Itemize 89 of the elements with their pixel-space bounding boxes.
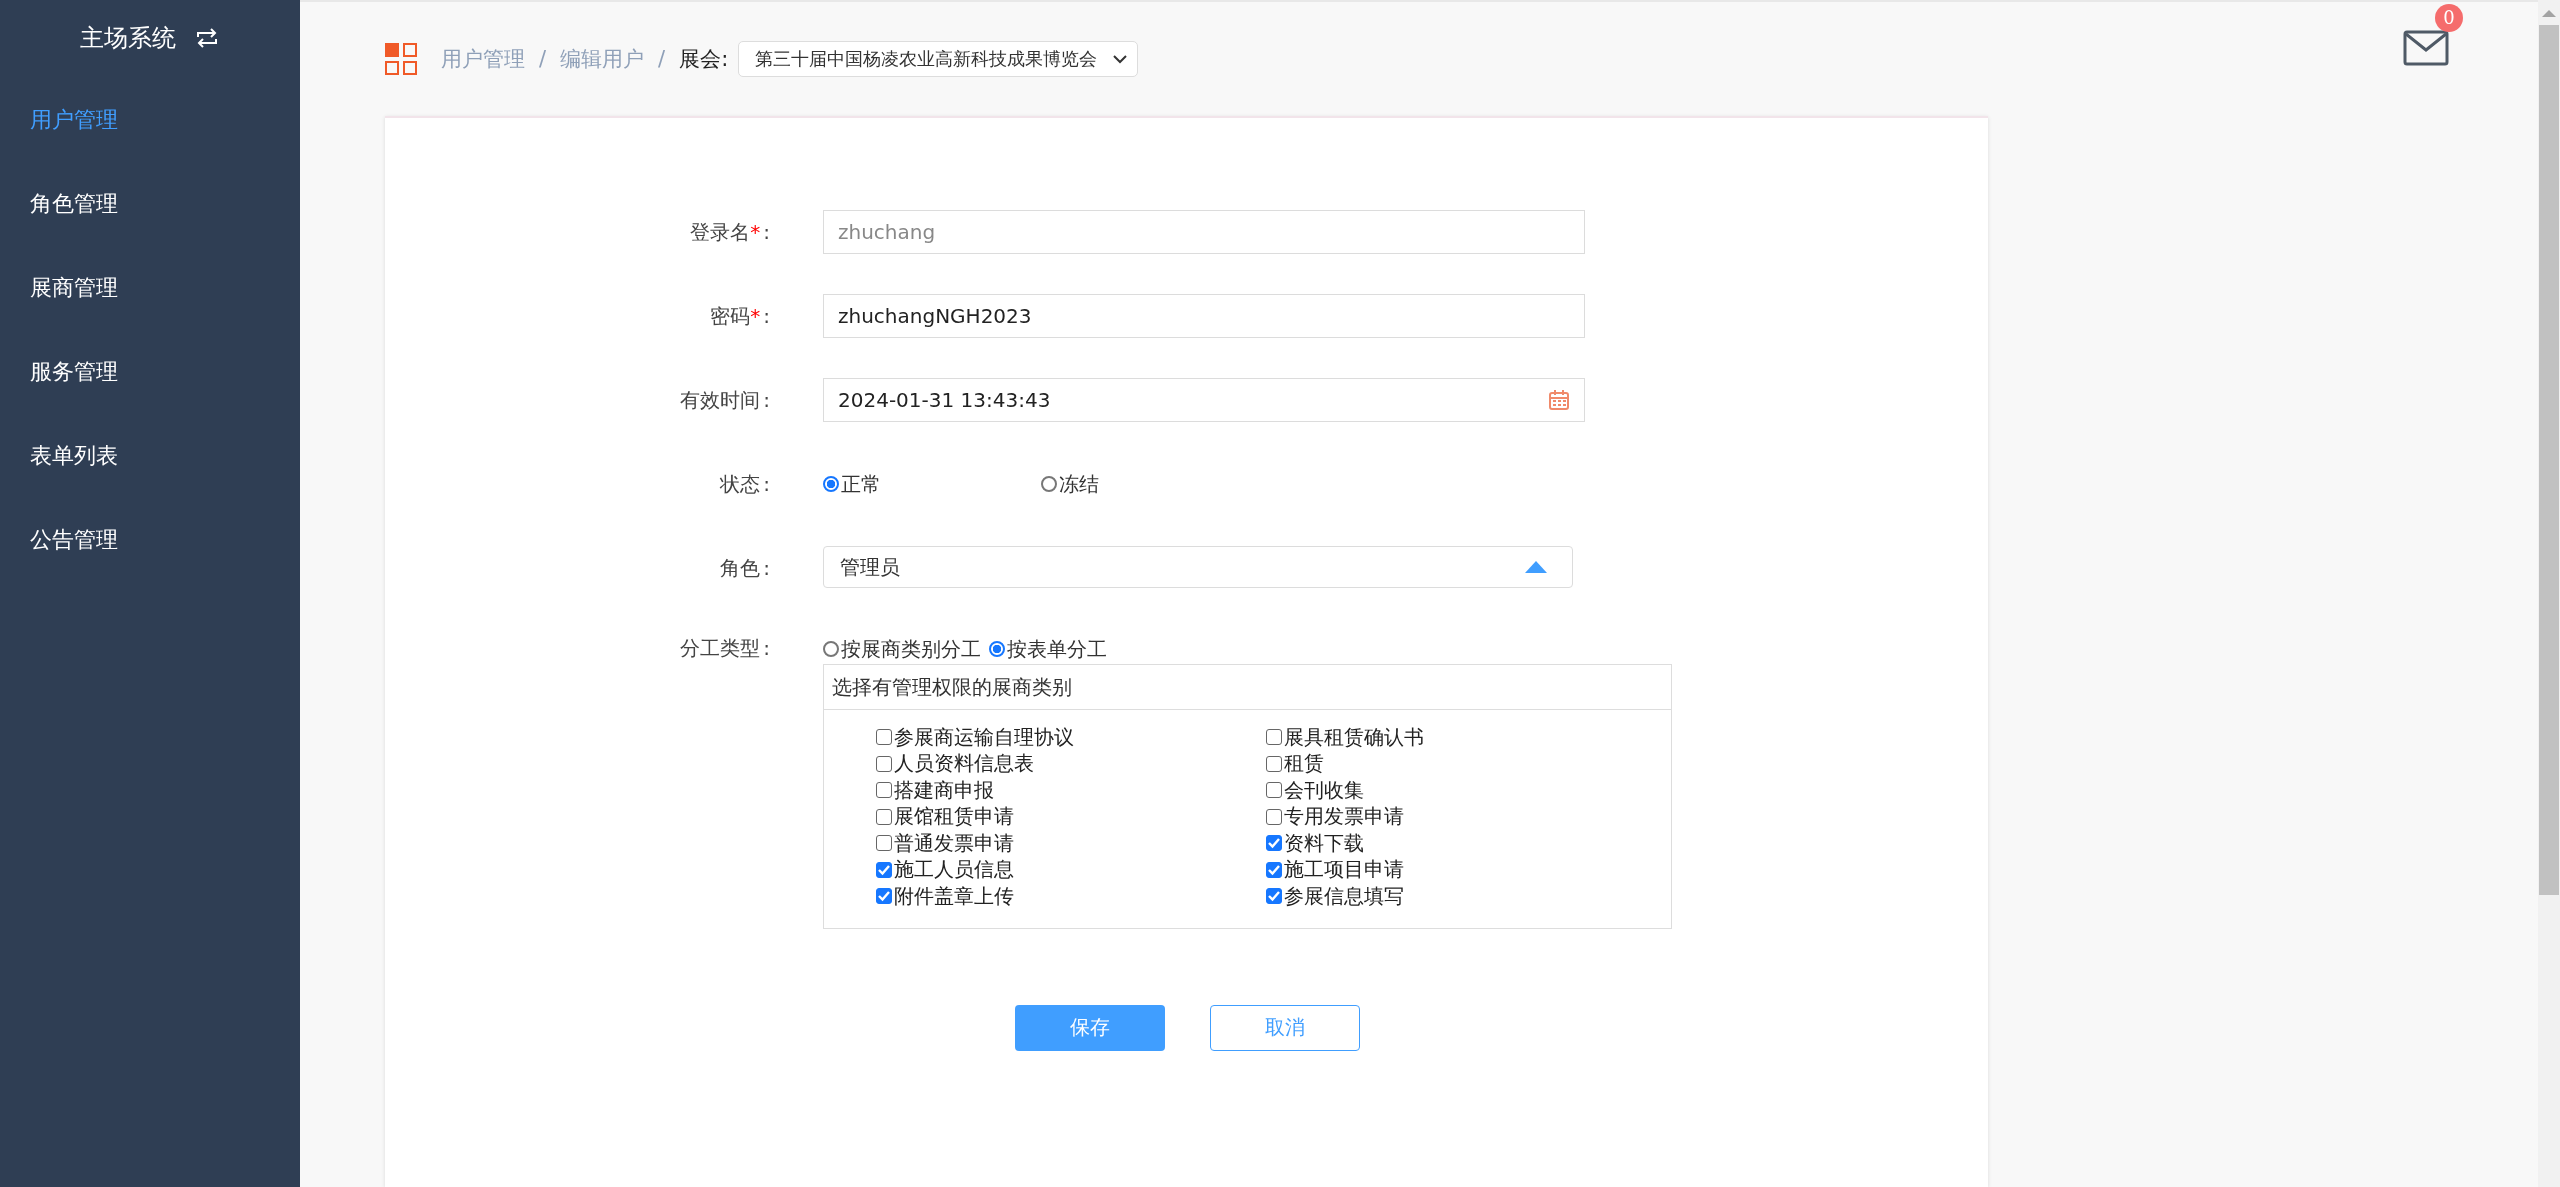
switch-icon[interactable] [194, 28, 220, 48]
radio-label: 正常 [841, 470, 881, 498]
checkbox-label: 施工项目申请 [1284, 856, 1404, 884]
checkbox-label: 人员资料信息表 [894, 750, 1034, 778]
checkbox-option[interactable]: 附件盖章上传 [876, 883, 1266, 910]
checkbox[interactable] [1266, 861, 1282, 878]
checkbox-label: 搭建商申报 [894, 776, 994, 804]
checkbox-label: 专用发票申请 [1284, 803, 1404, 831]
required-mark: * [750, 220, 761, 244]
input-field[interactable]: zhuchangNGH2023 [823, 294, 1585, 338]
checkbox-option[interactable]: 施工人员信息 [876, 856, 1266, 883]
checkbox-option[interactable]: 租赁 [1266, 750, 1656, 777]
required-mark: * [750, 304, 761, 328]
checkbox[interactable] [876, 729, 892, 746]
radio-option[interactable]: 按表单分工 [989, 635, 1107, 663]
checkbox-label: 展馆租赁申请 [894, 803, 1014, 831]
radio-button[interactable] [823, 641, 839, 657]
label-colon: : [763, 556, 770, 580]
field-label: 状态 [720, 472, 761, 496]
checkbox-option[interactable]: 参展商运输自理协议 [876, 724, 1266, 751]
radio-button[interactable] [989, 641, 1005, 657]
checkbox[interactable] [876, 861, 892, 878]
checkbox-label: 资料下载 [1284, 829, 1364, 857]
field-label: 登录名 [690, 220, 751, 244]
mail-icon[interactable] [2403, 30, 2449, 66]
scrollbar-thumb[interactable] [2539, 25, 2559, 895]
sidebar-item[interactable]: 公告管理 [0, 518, 300, 602]
field-label: 有效时间 [680, 388, 761, 412]
checkbox-option[interactable]: 参展信息填写 [1266, 883, 1656, 910]
sidebar-item[interactable]: 表单列表 [0, 434, 300, 518]
checkbox[interactable] [876, 755, 892, 772]
label-colon: : [763, 472, 770, 496]
sidebar-item[interactable]: 角色管理 [0, 182, 300, 266]
expo-label: 展会: [679, 46, 729, 73]
label-colon: : [763, 636, 770, 660]
label-colon: : [763, 304, 770, 328]
radio-label: 冻结 [1059, 470, 1099, 498]
checkbox-option[interactable]: 展馆租赁申请 [876, 803, 1266, 830]
field-label: 角色 [720, 556, 761, 580]
calendar-icon[interactable] [1548, 389, 1570, 411]
app-title: 主场系统 [80, 23, 176, 54]
checkbox[interactable] [1266, 729, 1282, 746]
caret-icon [1113, 54, 1128, 64]
checkbox-label: 展具租赁确认书 [1284, 723, 1424, 751]
checkbox[interactable] [876, 808, 892, 825]
label-colon: : [763, 220, 770, 244]
checkbox[interactable] [876, 835, 892, 852]
panel-title: 选择有管理权限的展商类别 [824, 665, 1671, 710]
breadcrumb-separator: / [658, 47, 666, 71]
sidebar-item[interactable]: 用户管理 [0, 98, 300, 182]
checkbox-label: 参展信息填写 [1284, 882, 1404, 910]
checkbox[interactable] [1266, 808, 1282, 825]
grid-icon [385, 43, 417, 75]
checkbox-label: 普通发票申请 [894, 829, 1014, 857]
checkbox[interactable] [1266, 835, 1282, 852]
role-select[interactable]: 管理员 [823, 546, 1573, 588]
checkbox[interactable] [876, 888, 892, 905]
checkbox-label: 租赁 [1284, 750, 1324, 778]
sidebar-item[interactable]: 展商管理 [0, 266, 300, 350]
field-label: 密码 [710, 304, 751, 328]
checkbox-option[interactable]: 搭建商申报 [876, 777, 1266, 804]
checkbox[interactable] [1266, 888, 1282, 905]
checkbox-option[interactable]: 资料下载 [1266, 830, 1656, 857]
radio-option[interactable]: 冻结 [1041, 470, 1099, 498]
notification-badge: 0 [2435, 4, 2463, 32]
radio-option[interactable]: 正常 [823, 470, 881, 498]
checkbox-label: 施工人员信息 [894, 856, 1014, 884]
checkbox-label: 附件盖章上传 [894, 882, 1014, 910]
checkbox[interactable] [876, 782, 892, 799]
checkbox-option[interactable]: 施工项目申请 [1266, 856, 1656, 883]
radio-button[interactable] [823, 476, 839, 492]
checkbox-option[interactable]: 展具租赁确认书 [1266, 724, 1656, 751]
checkbox[interactable] [1266, 782, 1282, 799]
date-field[interactable]: 2024-01-31 13:43:43 [823, 378, 1585, 422]
expo-select[interactable]: 第三十届中国杨凌农业高新科技成果博览会 [738, 41, 1139, 77]
breadcrumb-separator: / [539, 47, 547, 71]
checkbox-option[interactable]: 普通发票申请 [876, 830, 1266, 857]
scrollbar[interactable] [2538, 0, 2560, 1187]
radio-button[interactable] [1041, 476, 1057, 492]
field-label: 分工类型 [680, 636, 761, 660]
sidebar-item[interactable]: 服务管理 [0, 350, 300, 434]
checkbox-label: 参展商运输自理协议 [894, 723, 1074, 751]
label-colon: : [763, 388, 770, 412]
checkbox[interactable] [1266, 755, 1282, 772]
radio-label: 按表单分工 [1007, 635, 1107, 663]
checkbox-option[interactable]: 专用发票申请 [1266, 803, 1656, 830]
checkbox-label: 会刊收集 [1284, 776, 1364, 804]
checkbox-option[interactable]: 人员资料信息表 [876, 750, 1266, 777]
checkbox-option[interactable]: 会刊收集 [1266, 777, 1656, 804]
